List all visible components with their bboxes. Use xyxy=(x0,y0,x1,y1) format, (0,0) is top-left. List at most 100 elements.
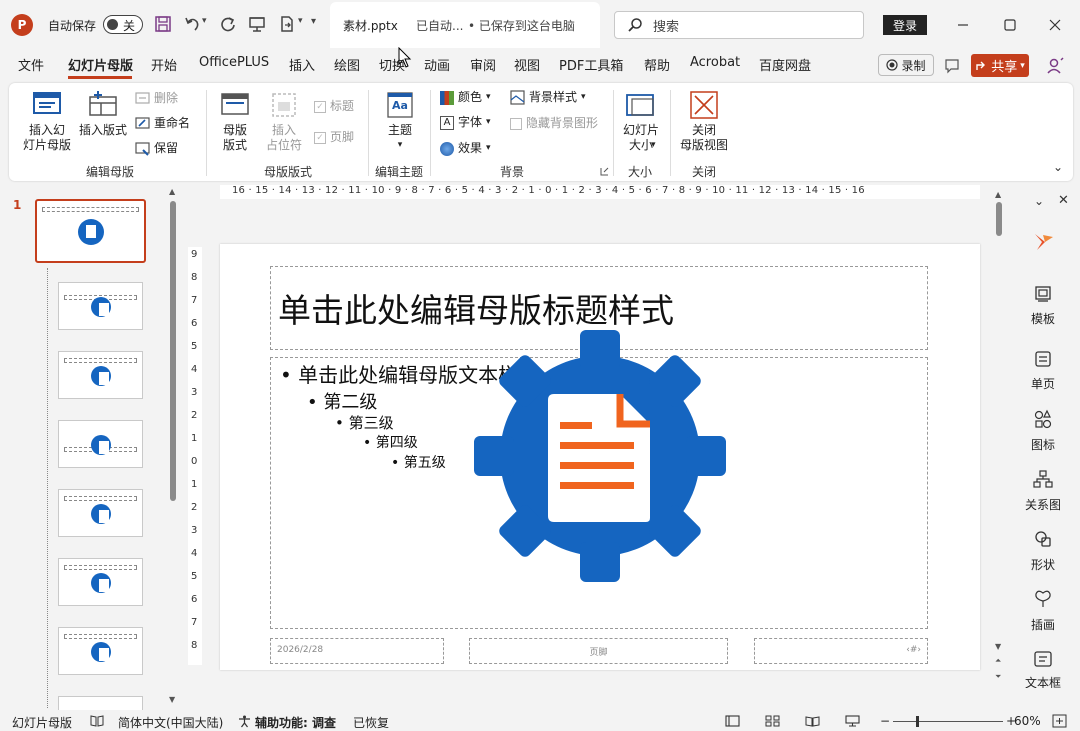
tab-officeplus[interactable]: OfficePLUS xyxy=(199,55,269,77)
icons-icon[interactable] xyxy=(1033,409,1053,429)
autosave-toggle[interactable]: 关 xyxy=(103,15,143,34)
tab-help[interactable]: 帮助 xyxy=(644,55,670,77)
scrollbar-thumb[interactable] xyxy=(996,202,1002,236)
record-button[interactable]: 录制 xyxy=(878,54,934,76)
collapse-pane-icon[interactable]: ⌄ xyxy=(1034,194,1044,208)
tab-slide-master[interactable]: 幻灯片母版 xyxy=(68,55,133,77)
pane-item-icons[interactable]: 图标 xyxy=(1013,436,1073,453)
close-master-view-button[interactable]: 关闭 母版视图 xyxy=(676,90,732,153)
fonts-button[interactable]: A 字体 ▾ xyxy=(440,115,491,130)
reading-view-icon[interactable] xyxy=(805,715,820,727)
officeplus-logo-icon[interactable] xyxy=(1033,231,1055,253)
pane-item-template[interactable]: 模板 xyxy=(1013,310,1073,327)
insert-slide-master-button[interactable]: 插入幻 灯片母版 xyxy=(20,90,74,153)
copilot-icon[interactable] xyxy=(1046,56,1066,76)
accessibility-icon[interactable] xyxy=(238,715,251,728)
horizontal-ruler[interactable]: 16 · 15 · 14 · 13 · 12 · 11 · 10 · 9 · 8… xyxy=(220,185,980,199)
preserve-button[interactable]: 保留 xyxy=(135,141,178,156)
background-styles-button[interactable]: 背景样式 ▾ xyxy=(510,90,586,105)
text-level-4[interactable]: • 第四级 xyxy=(363,432,418,452)
pane-item-shapes[interactable]: 形状 xyxy=(1013,556,1073,573)
textbox-icon[interactable] xyxy=(1033,649,1053,669)
previous-slide-icon[interactable]: ⏶ xyxy=(995,656,1001,666)
tab-acrobat[interactable]: Acrobat xyxy=(690,55,740,77)
tab-view[interactable]: 视图 xyxy=(514,55,540,77)
dialog-launcher-icon[interactable] xyxy=(600,167,609,176)
redo-icon[interactable] xyxy=(219,15,237,33)
date-placeholder[interactable]: 2026/2/28 xyxy=(270,638,444,664)
template-icon[interactable] xyxy=(1033,284,1053,304)
search-input[interactable]: 搜索 xyxy=(614,11,864,39)
footer-placeholder[interactable]: 页脚 xyxy=(469,638,728,664)
insert-placeholder-button[interactable]: 插入 占位符 xyxy=(260,90,308,153)
slide-sorter-icon[interactable] xyxy=(765,715,780,727)
thumbnail-scrollbar[interactable]: ▲ ▼ xyxy=(169,187,177,705)
layout-thumbnail[interactable] xyxy=(58,696,143,710)
tab-file[interactable]: 文件 xyxy=(18,55,44,77)
close-window-button[interactable] xyxy=(1042,12,1068,38)
tab-home[interactable]: 开始 xyxy=(151,55,177,77)
tab-pdf-toolbox[interactable]: PDF工具箱 xyxy=(559,55,623,77)
minimize-button[interactable] xyxy=(950,12,976,38)
close-pane-icon[interactable]: ✕ xyxy=(1058,193,1069,208)
pane-item-illustration[interactable]: 插画 xyxy=(1013,616,1073,633)
scroll-down-icon[interactable]: ▼ xyxy=(169,695,175,704)
normal-view-icon[interactable] xyxy=(725,715,740,727)
title-checkbox[interactable]: ✓ 标题 xyxy=(314,99,354,114)
export-dropdown-icon[interactable]: ▾ xyxy=(298,16,303,26)
pane-item-textbox[interactable]: 文本框 xyxy=(1013,674,1073,688)
slide-size-button[interactable]: 幻灯片 大小 xyxy=(618,90,664,153)
undo-icon[interactable] xyxy=(183,15,201,33)
illustration-icon[interactable] xyxy=(1033,589,1053,609)
slideshow-icon[interactable] xyxy=(845,715,860,727)
delete-button[interactable]: 删除 xyxy=(135,91,178,106)
zoom-slider-thumb[interactable] xyxy=(916,716,919,727)
gear-document-image[interactable] xyxy=(472,328,728,584)
pane-item-relationship-diagram[interactable]: 关系图 xyxy=(1013,496,1073,513)
slide-canvas[interactable]: 单击此处编辑母版标题样式 • 单击此处编辑母版文本样式 • 第二级 • 第三级 … xyxy=(220,244,980,670)
tab-baidu-netdisk[interactable]: 百度网盘 xyxy=(759,55,811,77)
layout-thumbnail[interactable] xyxy=(58,627,143,675)
fit-slide-icon[interactable] xyxy=(1052,714,1067,728)
login-button[interactable]: 登录 xyxy=(883,15,927,35)
master-slide-thumbnail[interactable] xyxy=(35,199,146,263)
slide-scrollbar[interactable]: ▲ ▼ ⏶ ⏷ xyxy=(994,190,1004,695)
presentation-icon[interactable] xyxy=(248,15,266,33)
colors-button[interactable]: 颜色 ▾ xyxy=(440,90,491,105)
status-accessibility[interactable]: 辅助功能: 调查 xyxy=(255,714,336,731)
rename-button[interactable]: 重命名 xyxy=(135,116,190,131)
layout-thumbnail[interactable] xyxy=(58,282,143,330)
tab-animations[interactable]: 动画 xyxy=(424,55,450,77)
layout-thumbnail[interactable] xyxy=(58,489,143,537)
share-button[interactable]: 共享 ▾ xyxy=(971,54,1029,77)
insert-layout-button[interactable]: 插入版式 xyxy=(76,90,130,138)
document-filename[interactable]: 素材.pptx xyxy=(343,17,398,34)
tab-draw[interactable]: 绘图 xyxy=(334,55,360,77)
layout-thumbnail[interactable] xyxy=(58,351,143,399)
file-export-icon[interactable] xyxy=(278,15,296,33)
effects-button[interactable]: 效果 ▾ xyxy=(440,141,491,156)
scroll-up-icon[interactable]: ▲ xyxy=(169,187,175,196)
scrollbar-thumb[interactable] xyxy=(170,201,176,501)
slide-master-title[interactable]: 单击此处编辑母版标题样式 xyxy=(278,284,674,332)
undo-dropdown-icon[interactable]: ▾ xyxy=(202,16,207,26)
slide-size-dropdown-icon[interactable]: ▾ xyxy=(651,140,656,150)
slide-number-placeholder[interactable]: ‹#› xyxy=(754,638,928,664)
spelling-check-icon[interactable] xyxy=(90,715,104,727)
zoom-out-icon[interactable]: − xyxy=(880,714,890,728)
layout-thumbnail[interactable] xyxy=(58,558,143,606)
relationship-diagram-icon[interactable] xyxy=(1033,469,1053,489)
master-layout-button[interactable]: 母版 版式 xyxy=(215,90,255,153)
text-level-5[interactable]: • 第五级 xyxy=(391,452,446,472)
maximize-button[interactable] xyxy=(997,12,1023,38)
single-page-icon[interactable] xyxy=(1033,349,1053,369)
text-level-2[interactable]: • 第二级 xyxy=(307,388,377,414)
layout-thumbnail[interactable] xyxy=(58,420,143,468)
hide-background-checkbox[interactable]: 隐藏背景图形 xyxy=(510,116,598,131)
next-slide-icon[interactable]: ⏷ xyxy=(995,672,1001,682)
vertical-ruler[interactable]: 9 8 7 6 5 4 3 2 1 0 1 2 3 4 5 6 7 8 xyxy=(188,247,202,665)
save-icon[interactable] xyxy=(154,15,172,33)
shapes-icon[interactable] xyxy=(1033,529,1053,549)
scroll-up-icon[interactable]: ▲ xyxy=(995,190,1001,199)
collapse-ribbon-icon[interactable]: ⌄ xyxy=(1053,160,1063,174)
